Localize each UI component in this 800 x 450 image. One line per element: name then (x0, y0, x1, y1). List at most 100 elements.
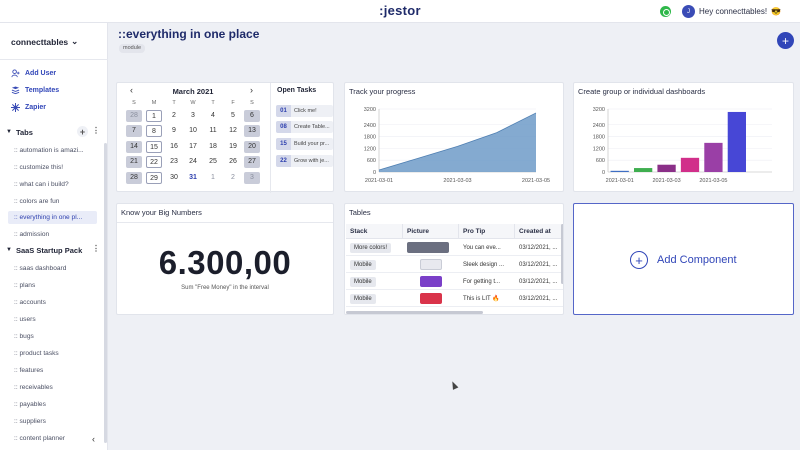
sidebar-item-payables[interactable]: :: payables (8, 398, 97, 411)
templates-button[interactable]: Templates (11, 86, 59, 95)
calendar-day[interactable]: 20 (244, 141, 260, 153)
calendar-day[interactable]: 4 (205, 110, 221, 122)
calendar-day[interactable]: 28 (126, 172, 142, 184)
more-options-icon[interactable]: ⋮ (92, 244, 100, 253)
calendar-day[interactable]: 2 (166, 110, 182, 122)
bar (727, 111, 746, 172)
weekday-label: M (151, 100, 157, 106)
sidebar-scrollbar[interactable] (104, 143, 107, 443)
sidebar-item-suppliers[interactable]: :: suppliers (8, 415, 97, 428)
table-header: Stack Picture Pro Tip Created at (346, 224, 563, 239)
calendar-day[interactable]: 3 (185, 110, 201, 122)
column-header-pro-tip[interactable]: Pro Tip (459, 224, 515, 239)
sidebar-item-bugs[interactable]: :: bugs (8, 330, 97, 343)
calendar-day[interactable]: 8 (146, 125, 162, 137)
table-row[interactable]: Mobile This is LIT 🔥 03/12/2021, ... (346, 290, 563, 307)
workspace-switcher[interactable]: connecttables ⌄ (11, 36, 78, 47)
task-day: 22 (276, 155, 291, 167)
user-greeting[interactable]: Hey connecttables! (699, 7, 767, 16)
sidebar-item-everything-in-one-place[interactable]: :: everything in one pl... (8, 211, 97, 224)
sidebar-item-features[interactable]: :: features (8, 364, 97, 377)
picture-thumbnail[interactable] (407, 242, 449, 253)
column-header-stack[interactable]: Stack (346, 224, 403, 239)
sidebar-item-plans[interactable]: :: plans (8, 279, 97, 292)
calendar-day[interactable]: 25 (205, 156, 221, 168)
picture-thumbnail[interactable] (420, 259, 442, 270)
caret-down-icon[interactable]: ▼ (6, 129, 12, 135)
calendar-day[interactable]: 31 (185, 172, 201, 184)
task-item[interactable]: 01 Click me! (276, 105, 333, 117)
calendar-day[interactable]: 3 (244, 172, 260, 184)
avatar[interactable]: J (682, 5, 695, 18)
saas-section-header[interactable]: ▼ SaaS Startup Pack ⋮ (6, 244, 104, 256)
column-header-picture[interactable]: Picture (403, 224, 459, 239)
table-row[interactable]: Mobile For getting t... 03/12/2021, ... (346, 273, 563, 290)
calendar-day[interactable]: 28 (126, 110, 142, 122)
user-menu[interactable]: J Hey connecttables! 😎 (682, 4, 781, 19)
calendar-day[interactable]: 17 (185, 141, 201, 153)
table-vertical-scrollbar[interactable] (561, 224, 563, 284)
jestor-logo[interactable]: :jestor (0, 3, 800, 18)
calendar-day[interactable]: 30 (166, 172, 182, 184)
caret-down-icon[interactable]: ▼ (6, 247, 12, 253)
calendar-day[interactable]: 21 (126, 156, 142, 168)
calendar-day[interactable]: 14 (126, 141, 142, 153)
stack-cell: Mobile (346, 273, 403, 290)
column-header-created-at[interactable]: Created at (515, 224, 563, 239)
calendar-day[interactable]: 18 (205, 141, 221, 153)
calendar-day[interactable]: 1 (146, 110, 162, 122)
calendar-day[interactable]: 9 (166, 125, 182, 137)
calendar-day[interactable]: 26 (225, 156, 241, 168)
task-item[interactable]: 08 Create Table... (276, 121, 333, 133)
calendar-day[interactable]: 29 (146, 172, 162, 184)
sidebar-item-admission[interactable]: :: admission (8, 228, 97, 241)
x-tick-label: 2021-03-05 (699, 178, 727, 184)
tabs-section-header[interactable]: ▼ Tabs + ⋮ (6, 126, 104, 138)
calendar-day[interactable]: 24 (185, 156, 201, 168)
sidebar-item-what-can-i-build[interactable]: :: what can i build? (8, 178, 97, 191)
collapse-sidebar-icon[interactable]: ‹ (92, 434, 95, 444)
divider (117, 222, 333, 223)
calendar-day[interactable]: 10 (185, 125, 201, 137)
calendar-day[interactable]: 13 (244, 125, 260, 137)
calendar-day[interactable]: 5 (225, 110, 241, 122)
calendar-day[interactable]: 22 (146, 156, 162, 168)
calendar-day[interactable]: 27 (244, 156, 260, 168)
sidebar-item-saas-dashboard[interactable]: :: saas dashboard (8, 262, 97, 275)
whatsapp-icon[interactable] (660, 6, 671, 17)
sidebar-item-users[interactable]: :: users (8, 313, 97, 326)
calendar-day[interactable]: 2 (225, 172, 241, 184)
sidebar-item-receivables[interactable]: :: receivables (8, 381, 97, 394)
sidebar-item-colors[interactable]: :: colors are fun (8, 195, 97, 208)
calendar-day[interactable]: 6 (244, 110, 260, 122)
calendar-day[interactable]: 16 (166, 141, 182, 153)
add-component-button[interactable]: + Add Component (573, 203, 794, 315)
add-tab-plus-icon[interactable]: + (77, 126, 88, 137)
picture-thumbnail[interactable] (420, 276, 442, 287)
task-item[interactable]: 22 Grow with je... (276, 155, 333, 167)
zapier-button[interactable]: Zapier (11, 103, 46, 112)
calendar-day[interactable]: 1 (205, 172, 221, 184)
next-month-icon[interactable]: › (250, 85, 253, 95)
calendar-day[interactable]: 11 (205, 125, 221, 137)
picture-thumbnail[interactable] (420, 293, 442, 304)
add-button[interactable]: + (777, 32, 794, 49)
table-horizontal-scrollbar[interactable] (346, 311, 483, 314)
task-day: 15 (276, 138, 291, 150)
sidebar-item-content-planner[interactable]: :: content planner (8, 432, 97, 445)
progress-chart-card: Track your progress 0 600 1200 1800 2400 3200… (344, 82, 564, 192)
calendar-day[interactable]: 23 (166, 156, 182, 168)
calendar-day[interactable]: 15 (146, 141, 162, 153)
table-row[interactable]: More colors! You can eve... 03/12/2021, … (346, 239, 563, 256)
calendar-day[interactable]: 12 (225, 125, 241, 137)
calendar-day[interactable]: 19 (225, 141, 241, 153)
add-user-button[interactable]: Add User (11, 69, 56, 78)
sidebar-item-automation[interactable]: :: automation is amazi... (8, 144, 97, 157)
table-row[interactable]: Mobile Sleek design ... 03/12/2021, ... (346, 256, 563, 273)
calendar-day[interactable]: 7 (126, 125, 142, 137)
sidebar-item-product-tasks[interactable]: :: product tasks (8, 347, 97, 360)
sidebar-item-accounts[interactable]: :: accounts (8, 296, 97, 309)
more-options-icon[interactable]: ⋮ (92, 126, 100, 135)
sidebar-item-customize[interactable]: :: customize this! (8, 161, 97, 174)
task-item[interactable]: 15 Build your pr... (276, 138, 333, 150)
